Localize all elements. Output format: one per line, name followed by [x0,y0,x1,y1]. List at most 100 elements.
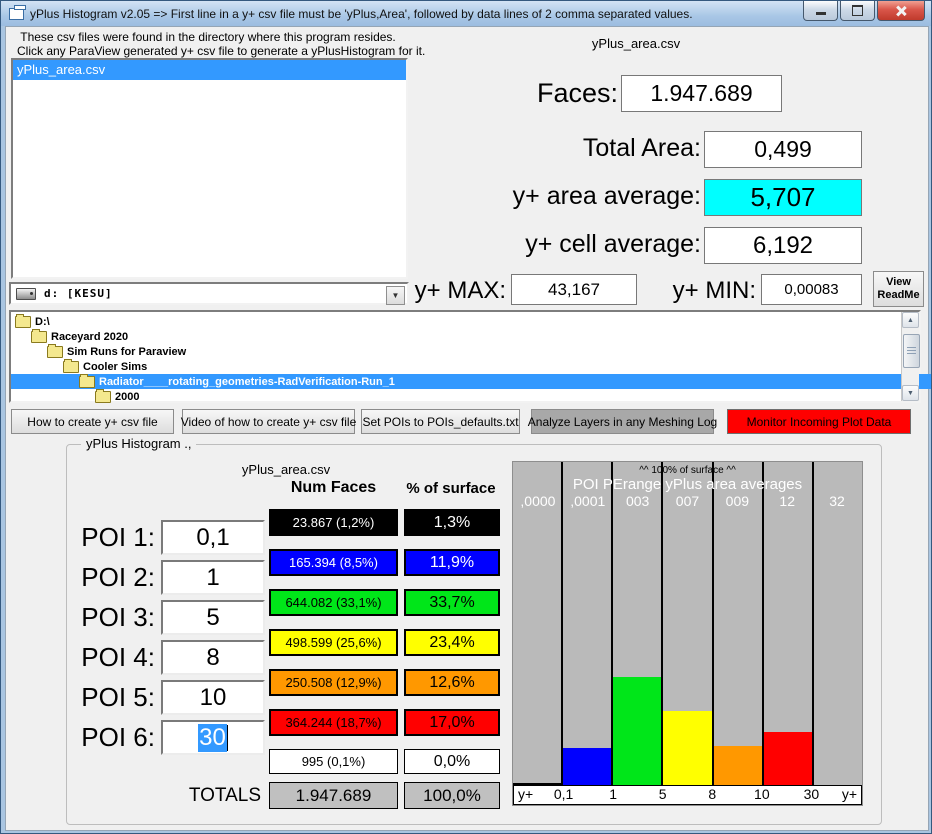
folder-icon [79,376,95,388]
chart-column-value-7: 32 [812,493,862,509]
window-title: yPlus Histogram v2.05 => First line in a… [30,7,693,21]
poi-2-value: 1 [206,564,219,592]
folder-icon [47,346,63,358]
chart-column-4 [663,462,713,787]
poi-6-label: POI 6: [41,720,155,755]
maximize-button[interactable] [840,1,875,21]
x-axis-label: 10 [754,786,770,802]
chart-title: ^^ 100% of surface ^^ [513,465,862,476]
tree-item-label: Sim Runs for Paraview [67,346,186,358]
totals-label: TOTALS [141,782,261,809]
poi-1-value: 0,1 [196,524,229,552]
chart-column-value-2: ,0001 [563,493,613,509]
folder-icon [31,331,47,343]
view-readme-line2: ReadMe [877,289,919,302]
totals-pct: 100,0% [404,782,500,809]
poi-5-label: POI 5: [41,680,155,715]
yplus-histogram-chart: ^^ 100% of surface ^^ POI PErange yPlus … [512,461,863,806]
pct-bar-3: 33,7% [404,589,500,616]
tree-item-drive-root[interactable]: D:\ [11,314,919,329]
chart-bar-3 [613,677,661,787]
minimize-button[interactable] [803,1,838,21]
histogram-csv-label: yPlus_area.csv [196,462,376,477]
num-faces-bar-3: 644.082 (33,1%) [269,589,398,616]
close-icon [895,6,907,16]
title-bar[interactable]: yPlus Histogram v2.05 => First line in a… [1,1,932,26]
faces-value: 1.947.689 [621,75,782,112]
x-axis-label: 5 [659,786,667,802]
chart-column-value-1: ,0000 [513,493,563,509]
pct-surface-header: % of surface [399,480,503,497]
yplus-min-label: y+ MIN: [641,277,756,305]
scroll-up-icon[interactable]: ▲ [902,312,919,328]
yplus-cell-average-value: 6,192 [704,227,862,264]
chart-column-1 [513,462,563,787]
tree-item-raceyard-2020[interactable]: Raceyard 2020 [11,329,919,344]
tree-item-cooler-sims[interactable]: Cooler Sims [11,359,919,374]
pct-bar-2: 11,9% [404,549,500,576]
poi-2-label: POI 2: [41,560,155,595]
yplus-min-value: 0,00083 [761,274,862,305]
scroll-down-icon[interactable]: ▼ [902,385,919,401]
poi-5-input[interactable]: 10 [161,680,265,715]
maximize-icon [852,5,863,16]
yplus-max-label: y+ MAX: [401,277,506,305]
poi-3-input[interactable]: 5 [161,600,265,635]
yplus-area-average-value: 5,707 [704,179,862,216]
directory-tree[interactable]: D:\ Raceyard 2020 Sim Runs for Paraview … [9,310,921,403]
close-button[interactable] [877,1,925,21]
chart-column-value-6: 12 [762,493,812,509]
view-readme-line1: View [886,276,911,289]
x-axis-label: 1 [609,786,617,802]
video-how-to-button[interactable]: Video of how to create y+ csv file [182,409,355,434]
drive-selector[interactable]: d: [KESU] ▼ [9,282,409,305]
how-to-create-csv-button[interactable]: How to create y+ csv file [11,409,174,434]
tree-item-2000[interactable]: 2000 [11,389,919,404]
minimize-icon [816,12,826,15]
poi-4-label: POI 4: [41,640,155,675]
tree-item-label: Radiator____rotating_geometries-RadVerif… [99,376,395,388]
list-item-yplus-area-csv[interactable]: yPlus_area.csv [13,60,406,80]
total-area-label: Total Area: [461,134,701,163]
x-axis-label: 8 [708,786,716,802]
monitor-plot-data-button[interactable]: Monitor Incoming Plot Data [727,409,911,434]
csv-filename-label: yPlus_area.csv [541,36,731,51]
yplus-cell-average-label: y+ cell average: [421,230,701,259]
yplus-area-average-label: y+ area average: [421,182,701,211]
tree-item-sim-runs[interactable]: Sim Runs for Paraview [11,344,919,359]
num-faces-bar-7: 995 (0,1%) [269,749,398,774]
tree-item-label: Cooler Sims [83,361,147,373]
set-pois-defaults-button[interactable]: Set POIs to POIs_defaults.txt [361,409,520,434]
chart-bar-5 [714,746,762,787]
yplus-max-value: 43,167 [511,274,637,305]
folder-icon [95,391,111,403]
text-caret [227,725,228,751]
analyze-layers-button[interactable]: Analyze Layers in any Meshing Log [531,409,714,434]
poi-1-label: POI 1: [41,520,155,555]
poi-1-input[interactable]: 0,1 [161,520,265,555]
num-faces-bar-6: 364.244 (18,7%) [269,709,398,736]
csv-file-listbox[interactable]: yPlus_area.csv [11,58,408,279]
tree-item-radiator-run-selected[interactable]: Radiator____rotating_geometries-RadVerif… [11,374,932,389]
view-readme-button[interactable]: View ReadMe [873,271,924,307]
chart-plot-area [513,462,862,787]
pct-bar-5: 12,6% [404,669,500,696]
poi-4-input[interactable]: 8 [161,640,265,675]
faces-label: Faces: [431,78,618,109]
intro-line-1: These csv files were found in the direct… [17,30,399,44]
poi-2-input[interactable]: 1 [161,560,265,595]
chart-column-7 [814,462,862,787]
poi-3-value: 5 [206,604,219,632]
tree-scrollbar[interactable]: ▲ ▼ [901,312,919,401]
chart-column-3 [613,462,663,787]
poi-6-input[interactable]: 30 [161,720,265,755]
chart-bar-6 [764,732,812,787]
poi-3-label: POI 3: [41,600,155,635]
num-faces-bar-4: 498.599 (25,6%) [269,629,398,656]
app-window: yPlus Histogram v2.05 => First line in a… [0,0,932,834]
pct-bar-7: 0,0% [404,749,500,774]
tree-item-label: D:\ [35,316,50,328]
groupbox-title: yPlus Histogram ., [81,436,196,451]
tree-scrollbar-thumb[interactable] [903,334,920,368]
num-faces-bar-5: 250.508 (12,9%) [269,669,398,696]
